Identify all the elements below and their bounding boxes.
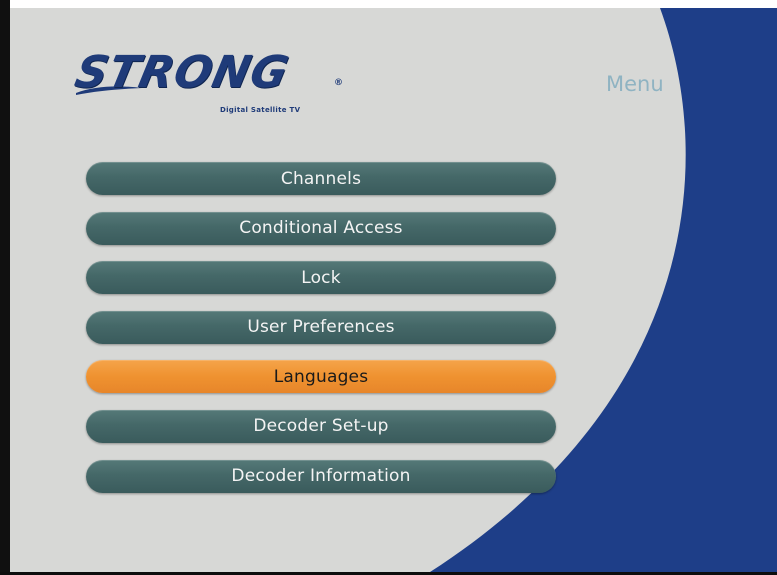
menu-title: Menu <box>606 72 664 96</box>
logo-wordmark: STRONG <box>70 47 294 98</box>
menu-item-lock[interactable]: Lock <box>86 261 556 295</box>
logo-tagline: Digital Satellite TV <box>220 106 301 114</box>
menu-item-label: Decoder Set-up <box>253 416 389 437</box>
menu-item-user-preferences[interactable]: User Preferences <box>86 310 556 344</box>
menu-item-label: Conditional Access <box>239 218 403 239</box>
menu-item-languages[interactable]: Languages <box>86 360 556 394</box>
menu-item-channels[interactable]: Channels <box>86 162 556 195</box>
menu-item-label: Decoder Information <box>231 466 411 487</box>
menu-item-decoder-setup[interactable]: Decoder Set-up <box>86 409 556 443</box>
strong-logo: STRONG ® Digital Satellite TV <box>71 47 346 122</box>
main-menu-list: Channels Conditional Access Lock User Pr… <box>86 162 556 509</box>
menu-item-label: Channels <box>280 168 362 189</box>
left-border <box>0 0 10 575</box>
menu-item-label: Lock <box>301 267 341 288</box>
tv-menu-screen: STRONG ® Digital Satellite TV Menu Chann… <box>0 0 777 575</box>
menu-item-conditional-access[interactable]: Conditional Access <box>86 211 556 245</box>
menu-item-label: User Preferences <box>247 317 395 338</box>
logo-registered-mark: ® <box>334 78 343 88</box>
menu-item-decoder-information[interactable]: Decoder Information <box>86 459 556 493</box>
menu-item-label: Languages <box>273 366 369 387</box>
